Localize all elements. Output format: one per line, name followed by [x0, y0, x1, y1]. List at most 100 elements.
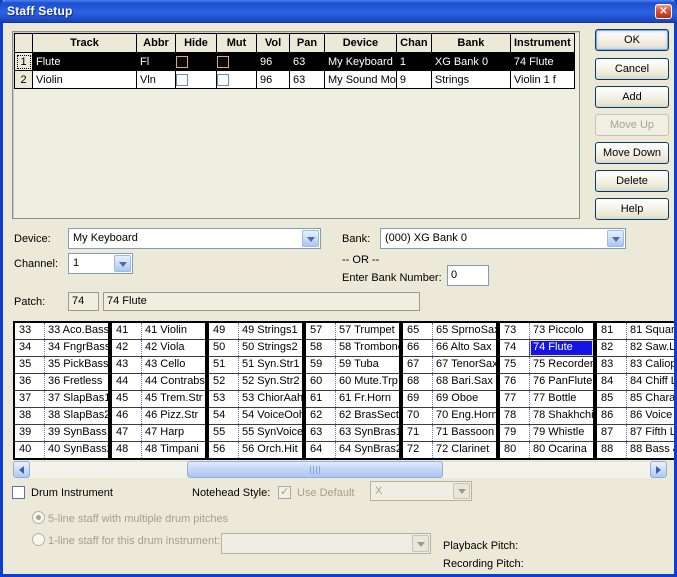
instrument-number-cell[interactable]: 44 — [112, 374, 141, 390]
volume-cell[interactable]: 96 — [257, 53, 290, 71]
close-button[interactable]: ✕ — [655, 4, 672, 19]
move-up-button[interactable]: Move Up — [595, 114, 669, 136]
five-line-staff-radio[interactable] — [32, 511, 45, 524]
instrument-name-cell[interactable]: 76 PanFlute — [529, 374, 593, 390]
instrument-number-cell[interactable]: 87 — [597, 425, 626, 441]
title-bar[interactable]: Staff Setup ✕ — [0, 0, 677, 23]
hide-checkbox-cell[interactable] — [176, 71, 217, 89]
instrument-cell[interactable]: 74 Flute — [510, 53, 574, 71]
instrument-number-cell[interactable]: 40 — [15, 442, 44, 458]
instrument-name-cell[interactable]: 33 Aco.Bass — [44, 323, 108, 339]
instrument-number-cell[interactable]: 35 — [15, 357, 44, 373]
instrument-name-cell[interactable]: 55 SynVoice — [238, 425, 302, 441]
instrument-name-cell[interactable]: 52 Syn.Str2 — [238, 374, 302, 390]
instrument-name-cell[interactable]: 84 Chiff L — [626, 374, 677, 390]
one-line-staff-radio[interactable] — [32, 533, 45, 546]
instrument-number-cell[interactable]: 43 — [112, 357, 141, 373]
row-number[interactable]: 2 — [15, 71, 33, 89]
instrument-name-cell[interactable]: 37 SlapBas1 — [44, 391, 108, 407]
track-cell[interactable]: Flute — [33, 53, 137, 71]
abbr-cell[interactable]: Fl — [137, 53, 176, 71]
instrument-name-cell[interactable]: 88 Bass & — [626, 442, 677, 458]
instrument-number-cell[interactable]: 60 — [306, 374, 335, 390]
channel-cell[interactable]: 9 — [396, 71, 431, 89]
instrument-name-cell[interactable]: 86 Voice — [626, 408, 677, 424]
instrument-number-cell[interactable]: 63 — [306, 425, 335, 441]
instrument-name-cell[interactable]: 49 Strings1 — [238, 323, 302, 339]
instrument-name-cell[interactable]: 69 Oboe — [432, 391, 496, 407]
instrument-name-cell[interactable]: 66 Alto Sax — [432, 340, 496, 356]
instrument-number-cell[interactable]: 83 — [597, 357, 626, 373]
horizontal-scrollbar[interactable] — [13, 461, 667, 478]
instrument-name-cell[interactable]: 67 TenorSax — [432, 357, 496, 373]
instrument-number-cell[interactable]: 51 — [209, 357, 238, 373]
instrument-name-cell[interactable]: 59 Tuba — [335, 357, 399, 373]
instrument-number-cell[interactable]: 47 — [112, 425, 141, 441]
table-row[interactable]: 2ViolinVln9663My Sound Mo9StringsViolin … — [15, 71, 575, 89]
instrument-number-cell[interactable]: 53 — [209, 391, 238, 407]
cancel-button[interactable]: Cancel — [595, 58, 669, 80]
instrument-name-cell[interactable]: 48 Timpani — [141, 442, 205, 458]
bank-cell[interactable]: Strings — [431, 71, 510, 89]
instrument-number-cell[interactable]: 77 — [500, 391, 529, 407]
instrument-number-cell[interactable]: 74 — [500, 340, 529, 356]
instrument-name-cell[interactable]: 63 SynBras1 — [335, 425, 399, 441]
channel-cell[interactable]: 1 — [396, 53, 431, 71]
instrument-name-cell[interactable]: 58 Trombone — [335, 340, 399, 356]
instrument-number-cell[interactable]: 64 — [306, 442, 335, 458]
instrument-name-cell[interactable]: 57 Trumpet — [335, 323, 399, 339]
instrument-name-cell-selected[interactable]: 74 Flute — [529, 340, 593, 356]
channel-combobox[interactable]: 1 — [68, 253, 133, 274]
instrument-number-cell[interactable]: 61 — [306, 391, 335, 407]
instrument-name-cell[interactable]: 35 PickBass — [44, 357, 108, 373]
instrument-number-cell[interactable]: 76 — [500, 374, 529, 390]
mute-checkbox-cell[interactable] — [217, 71, 257, 89]
device-cell[interactable]: My Keyboard — [325, 53, 397, 71]
table-row[interactable]: 1FluteFl9663My Keyboard1XG Bank 074 Flut… — [15, 53, 575, 71]
instrument-name-cell[interactable]: 72 Clarinet — [432, 442, 496, 458]
instrument-name-cell[interactable]: 45 Trem.Str — [141, 391, 205, 407]
scroll-left-button[interactable] — [13, 461, 30, 478]
instrument-name-cell[interactable]: 64 SynBras2 — [335, 442, 399, 458]
instrument-number-cell[interactable]: 65 — [403, 323, 432, 339]
instrument-cell[interactable]: Violin 1 f — [510, 71, 574, 89]
instrument-number-cell[interactable]: 81 — [597, 323, 626, 339]
instrument-number-cell[interactable]: 72 — [403, 442, 432, 458]
instrument-name-cell[interactable]: 39 SynBass1 — [44, 425, 108, 441]
device-cell[interactable]: My Sound Mo — [325, 71, 397, 89]
instrument-number-cell[interactable]: 42 — [112, 340, 141, 356]
instrument-name-cell[interactable]: 83 CaliopL — [626, 357, 677, 373]
instrument-number-cell[interactable]: 37 — [15, 391, 44, 407]
mute-checkbox[interactable] — [217, 56, 229, 68]
instrument-name-cell[interactable]: 47 Harp — [141, 425, 205, 441]
instrument-number-cell[interactable]: 69 — [403, 391, 432, 407]
hide-checkbox-cell[interactable] — [176, 53, 217, 71]
instrument-number-cell[interactable]: 41 — [112, 323, 141, 339]
bank-dropdown-button[interactable] — [607, 230, 624, 247]
instrument-number-cell[interactable]: 55 — [209, 425, 238, 441]
instrument-number-cell[interactable]: 85 — [597, 391, 626, 407]
instrument-number-cell[interactable]: 62 — [306, 408, 335, 424]
instrument-number-cell[interactable]: 75 — [500, 357, 529, 373]
instrument-name-cell[interactable]: 53 ChiorAah — [238, 391, 302, 407]
instrument-name-cell[interactable]: 60 Mute.Trp — [335, 374, 399, 390]
instrument-number-cell[interactable]: 38 — [15, 408, 44, 424]
instrument-name-cell[interactable]: 68 Bari.Sax — [432, 374, 496, 390]
instrument-name-cell[interactable]: 71 Bassoon — [432, 425, 496, 441]
track-cell[interactable]: Violin — [33, 71, 137, 89]
instrument-number-cell[interactable]: 59 — [306, 357, 335, 373]
mute-checkbox-cell[interactable] — [217, 53, 257, 71]
instrument-number-cell[interactable]: 78 — [500, 408, 529, 424]
drum-instrument-combobox[interactable] — [221, 533, 431, 554]
instrument-number-cell[interactable]: 70 — [403, 408, 432, 424]
instrument-number-cell[interactable]: 54 — [209, 408, 238, 424]
instrument-number-cell[interactable]: 86 — [597, 408, 626, 424]
bank-cell[interactable]: XG Bank 0 — [431, 53, 510, 71]
instrument-name-cell[interactable]: 50 Strings2 — [238, 340, 302, 356]
instrument-number-cell[interactable]: 33 — [15, 323, 44, 339]
scroll-right-button[interactable] — [650, 461, 667, 478]
instrument-number-cell[interactable]: 79 — [500, 425, 529, 441]
instrument-number-cell[interactable]: 34 — [15, 340, 44, 356]
device-combobox[interactable]: My Keyboard — [68, 228, 321, 249]
instrument-number-cell[interactable]: 57 — [306, 323, 335, 339]
